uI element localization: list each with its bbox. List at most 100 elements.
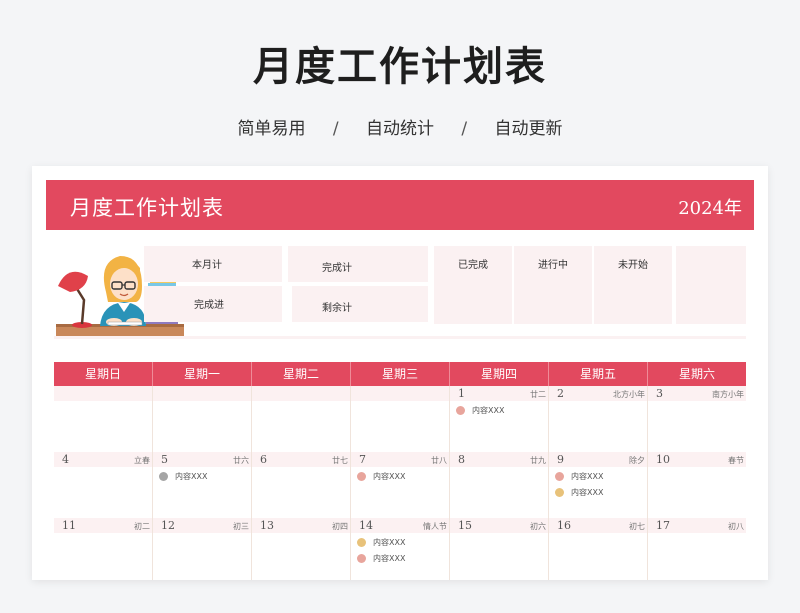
stat-progress: 完成进 bbox=[144, 286, 282, 322]
status-dot-icon bbox=[357, 554, 366, 563]
stat-not-started-label: 未开始 bbox=[618, 260, 648, 271]
day-number: 4 bbox=[62, 453, 69, 466]
day-number: 12 bbox=[161, 519, 175, 532]
calendar-day-cell[interactable]: 5 廿六内容XXX bbox=[153, 452, 252, 518]
lunar-date: 廿八 bbox=[431, 456, 447, 465]
status-dot-icon bbox=[357, 538, 366, 547]
sheet-banner: 月度工作计划表 2024年 bbox=[46, 180, 754, 230]
calendar-week-row: 1 廿二内容XXX 2 北方小年 3 南方小年 bbox=[54, 386, 746, 452]
status-dot-icon bbox=[456, 406, 465, 415]
lunar-date: 情人节 bbox=[423, 522, 447, 531]
calendar-day-cell[interactable]: 3 南方小年 bbox=[648, 386, 746, 452]
task-item[interactable]: 内容XXX bbox=[357, 553, 405, 564]
status-dot-icon bbox=[357, 472, 366, 481]
feature-separator: / bbox=[461, 119, 468, 139]
feature-separator: / bbox=[332, 119, 339, 139]
sheet-title: 月度工作计划表 bbox=[70, 196, 224, 220]
weekday-mon: 星期一 bbox=[153, 362, 252, 386]
feature-list: 简单易用 / 自动统计 / 自动更新 bbox=[0, 114, 800, 139]
status-dot-icon bbox=[555, 488, 564, 497]
stat-month-total-label: 本月计 bbox=[192, 260, 222, 271]
status-dot-icon bbox=[555, 472, 564, 481]
calendar-day-cell[interactable]: 6 廿七 bbox=[252, 452, 351, 518]
stat-extra bbox=[676, 246, 746, 324]
feature-auto-update: 自动更新 bbox=[494, 119, 563, 139]
calendar-day-cell[interactable]: 9 除夕 内容XXX 内容XXX bbox=[549, 452, 648, 518]
calendar-day-cell[interactable]: 10 春节 bbox=[648, 452, 746, 518]
calendar-weekday-header: 星期日 星期一 星期二 星期三 星期四 星期五 星期六 bbox=[54, 362, 746, 386]
stat-completed-label: 已完成 bbox=[458, 260, 488, 271]
task-item[interactable]: 内容XXX bbox=[555, 487, 603, 498]
day-number: 8 bbox=[458, 453, 465, 466]
calendar-week-row: 11 初二 12 初三 13 初四 14 情人节内容XXX 内容XXX 15 初六 16 初七 17 初八 bbox=[54, 518, 746, 580]
calendar-day-cell[interactable]: 4 立春 bbox=[54, 452, 153, 518]
lunar-date: 初三 bbox=[233, 522, 249, 531]
divider bbox=[54, 336, 746, 339]
day-number: 7 bbox=[359, 453, 366, 466]
day-number: 17 bbox=[656, 519, 670, 532]
day-cell-header bbox=[54, 386, 152, 401]
calendar-day-cell[interactable] bbox=[153, 386, 252, 452]
calendar-day-cell[interactable]: 14 情人节内容XXX 内容XXX bbox=[351, 518, 450, 580]
weekday-thu: 星期四 bbox=[450, 362, 549, 386]
task-item[interactable]: 内容XXX bbox=[456, 405, 504, 416]
stat-not-started: 未开始 bbox=[594, 246, 672, 324]
calendar-day-cell[interactable]: 1 廿二内容XXX bbox=[450, 386, 549, 452]
calendar-day-cell[interactable]: 12 初三 bbox=[153, 518, 252, 580]
weekday-tue: 星期二 bbox=[252, 362, 351, 386]
day-cell-header bbox=[252, 386, 350, 401]
stat-remaining: 剩余计 bbox=[292, 286, 428, 322]
lunar-date: 初二 bbox=[134, 522, 150, 531]
lunar-date: 北方小年 bbox=[613, 390, 645, 399]
calendar-day-cell[interactable]: 8 廿九 bbox=[450, 452, 549, 518]
task-item[interactable]: 内容XXX bbox=[555, 471, 603, 482]
task-item[interactable]: 内容XXX bbox=[357, 537, 405, 548]
planner-sheet: 月度工作计划表 2024年 本月计 完成计 完成进 剩余计 已完成 进行中 未开… bbox=[32, 166, 768, 580]
calendar-day-cell[interactable]: 2 北方小年 bbox=[549, 386, 648, 452]
calendar-day-cell[interactable]: 13 初四 bbox=[252, 518, 351, 580]
day-number: 6 bbox=[260, 453, 267, 466]
day-number: 14 bbox=[359, 519, 373, 532]
day-number: 5 bbox=[161, 453, 168, 466]
day-number: 2 bbox=[557, 387, 564, 400]
day-number: 16 bbox=[557, 519, 571, 532]
day-number: 9 bbox=[557, 453, 564, 466]
calendar-day-cell[interactable]: 11 初二 bbox=[54, 518, 153, 580]
task-item[interactable]: 内容XXX bbox=[357, 471, 405, 482]
lunar-date: 南方小年 bbox=[712, 390, 744, 399]
stat-done-total: 完成计 bbox=[288, 246, 428, 282]
calendar-day-cell[interactable]: 15 初六 bbox=[450, 518, 549, 580]
day-number: 1 bbox=[458, 387, 465, 400]
stat-done-total-label: 完成计 bbox=[322, 263, 352, 274]
calendar-body: 1 廿二 内容XXX 2 北方小年 3 南方小年 4 立春 5 廿六 内容XXX 6 廿七 7 廿八 内容XXX… bbox=[54, 386, 746, 580]
lunar-date: 廿六 bbox=[233, 456, 249, 465]
task-text: 内容XXX bbox=[373, 554, 406, 563]
weekday-wed: 星期三 bbox=[351, 362, 450, 386]
lamp-icon bbox=[58, 271, 92, 328]
day-cell-header bbox=[153, 386, 251, 401]
day-number: 11 bbox=[62, 519, 76, 532]
sheet-year[interactable]: 2024年 bbox=[678, 194, 742, 220]
day-cell-header bbox=[351, 386, 449, 401]
task-item[interactable]: 内容XXX bbox=[159, 471, 207, 482]
lunar-date: 初四 bbox=[332, 522, 348, 531]
girl-icon bbox=[100, 256, 146, 326]
calendar-day-cell[interactable]: 7 廿八内容XXX bbox=[351, 452, 450, 518]
calendar-day-cell[interactable] bbox=[54, 386, 153, 452]
lunar-date: 初七 bbox=[629, 522, 645, 531]
feature-auto-stat: 自动统计 bbox=[366, 119, 434, 139]
lunar-date: 廿二 bbox=[530, 390, 546, 399]
stat-in-progress: 进行中 bbox=[514, 246, 592, 324]
lunar-date: 初八 bbox=[728, 522, 744, 531]
calendar-day-cell[interactable] bbox=[252, 386, 351, 452]
stat-completed: 已完成 bbox=[434, 246, 512, 324]
calendar-day-cell[interactable]: 16 初七 bbox=[549, 518, 648, 580]
calendar-day-cell[interactable] bbox=[351, 386, 450, 452]
calendar-week-row: 4 立春 5 廿六 内容XXX 6 廿七 7 廿八 内容XXX 8 廿九 9 除夕 内容XXX 内容XXX 10… bbox=[54, 452, 746, 518]
task-text: 内容XXX bbox=[373, 472, 406, 481]
calendar-day-cell[interactable]: 17 初八 bbox=[648, 518, 746, 580]
weekday-sun: 星期日 bbox=[54, 362, 153, 386]
weekday-sat: 星期六 bbox=[678, 367, 715, 381]
task-text: 内容XXX bbox=[571, 488, 604, 497]
task-text: 内容XXX bbox=[373, 538, 406, 547]
